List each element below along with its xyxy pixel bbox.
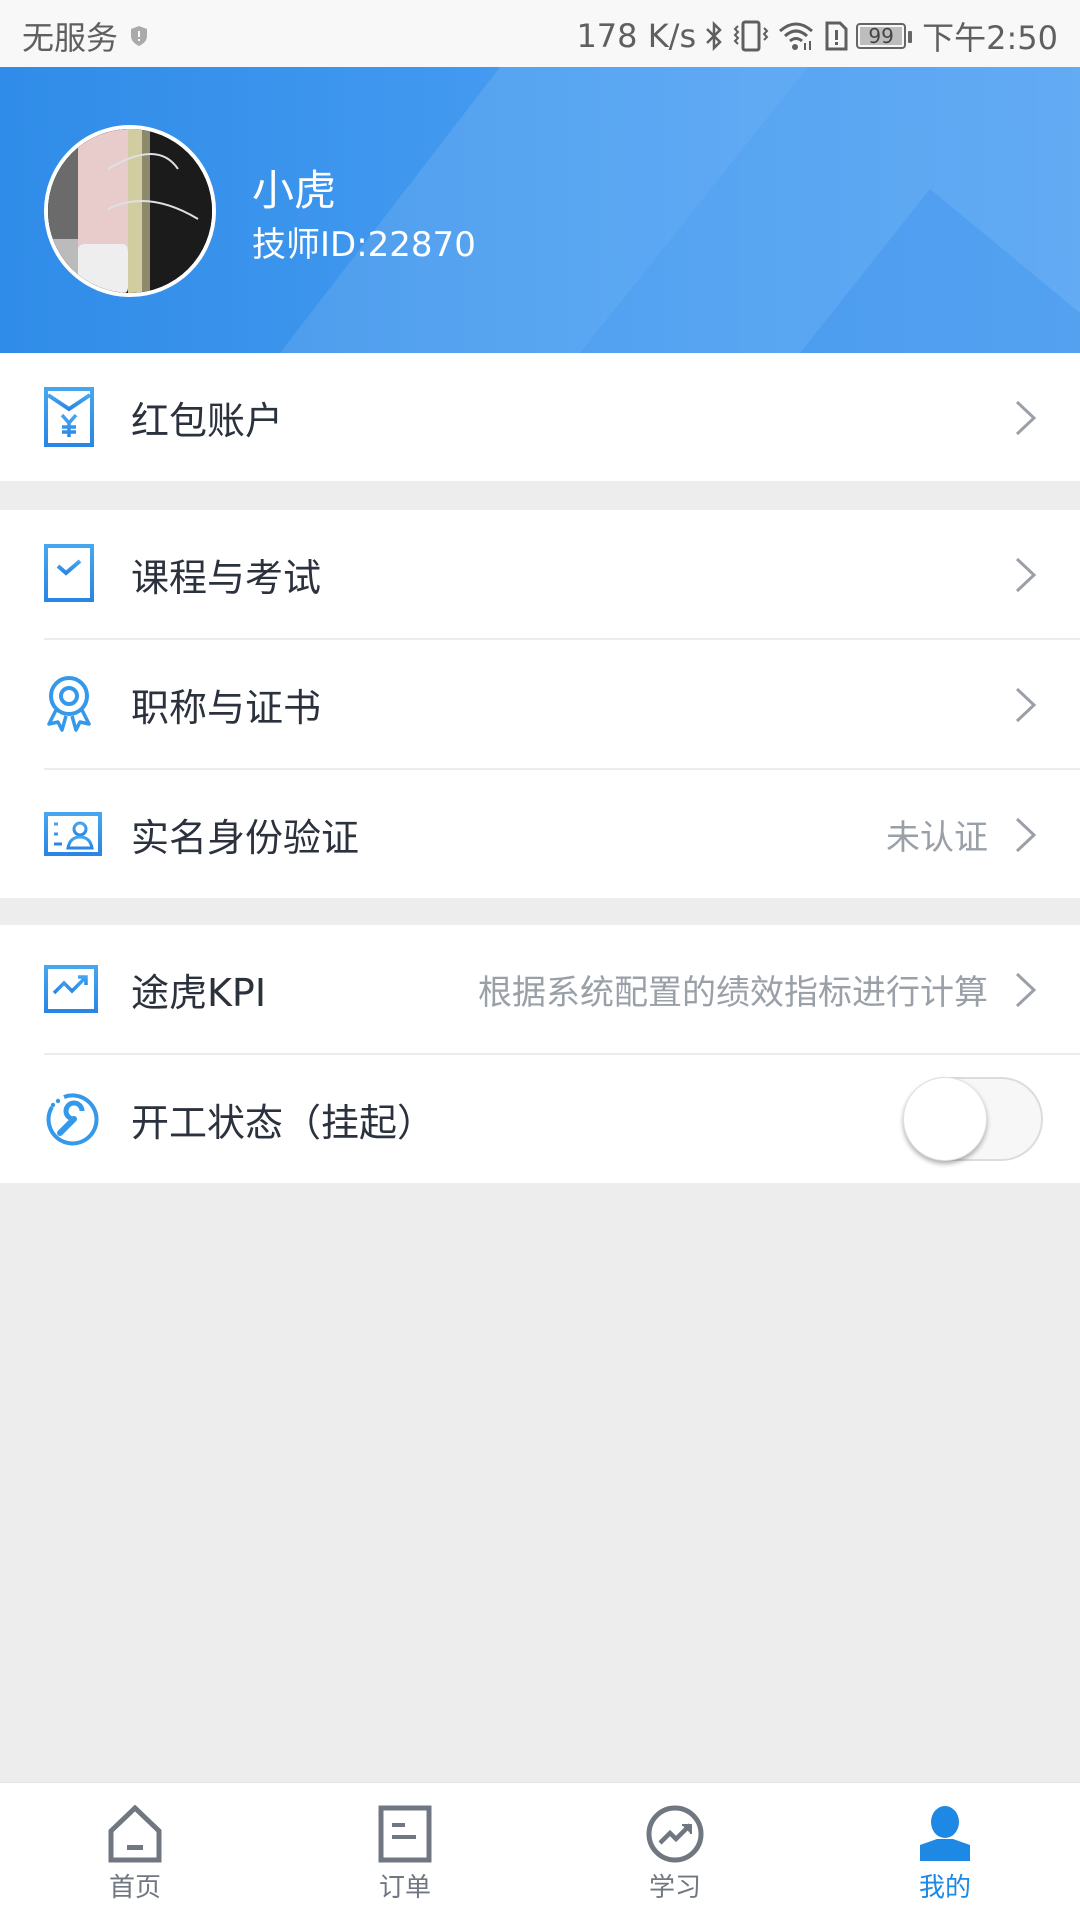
menu-item-kpi[interactable]: 途虎KPI 根据系统配置的绩效指标进行计算 (0, 925, 1080, 1053)
kpi-chart-icon (44, 965, 98, 1013)
nav-label: 学习 (648, 1873, 701, 1903)
menu-item-label: 职称与证书 (131, 685, 322, 730)
chevron-right-icon (1015, 400, 1037, 436)
user-icon (920, 1806, 970, 1861)
menu-item-label: 开工状态（挂起） (131, 1100, 436, 1145)
battery-level: 99 (868, 24, 894, 48)
red-envelope-icon (44, 387, 94, 447)
id-card-icon (44, 812, 102, 856)
nav-tab-orders[interactable]: 订单 (270, 1783, 540, 1920)
user-name: 小虎 (252, 166, 337, 215)
chevron-right-icon (1015, 972, 1037, 1008)
menu-item-label: 课程与考试 (131, 555, 322, 600)
shield-alert-icon (130, 25, 148, 47)
nav-label: 订单 (378, 1873, 431, 1903)
net-speed-text: 178 K/s (576, 17, 697, 55)
menu-item-red-envelope-account[interactable]: 红包账户 (0, 353, 1080, 481)
nav-tab-home[interactable]: 首页 (0, 1783, 270, 1920)
technician-id: 技师ID:22870 (252, 225, 476, 265)
chevron-right-icon (1015, 817, 1037, 853)
bluetooth-icon (704, 21, 724, 51)
course-exam-icon (44, 544, 94, 602)
nav-tab-learning[interactable]: 学习 (540, 1783, 810, 1920)
order-icon (378, 1805, 432, 1863)
menu-item-label: 红包账户 (131, 398, 284, 443)
profile-header: 小虎 技师ID:22870 (0, 67, 1080, 353)
bottom-navigation: 首页 订单 学习 我的 (0, 1782, 1080, 1920)
menu-item-title-certificate[interactable]: 职称与证书 (0, 640, 1080, 768)
vibrate-icon (732, 20, 770, 52)
certificate-badge-icon (47, 676, 91, 732)
toggle-knob (903, 1077, 987, 1161)
menu-item-label: 实名身份验证 (131, 815, 360, 860)
carrier-text: 无服务 (22, 19, 119, 57)
avatar[interactable] (44, 125, 216, 297)
verification-status: 未认证 (886, 817, 988, 858)
status-bar: 无服务 178 K/s 99 下午2:50 (0, 0, 1080, 67)
wrench-status-icon (46, 1093, 99, 1146)
avatar-photo (48, 129, 212, 293)
nav-label: 我的 (918, 1873, 971, 1903)
clock-text: 下午2:50 (922, 19, 1058, 57)
learning-trend-icon (646, 1805, 704, 1863)
menu-item-identity-verification[interactable]: 实名身份验证 未认证 (0, 770, 1080, 898)
chevron-right-icon (1015, 687, 1037, 723)
nav-tab-mine[interactable]: 我的 (810, 1783, 1080, 1920)
kpi-description: 根据系统配置的绩效指标进行计算 (478, 972, 988, 1013)
chevron-right-icon (1015, 557, 1037, 593)
nav-label: 首页 (108, 1873, 161, 1903)
menu-item-work-status: 开工状态（挂起） (0, 1055, 1080, 1183)
menu-item-label: 途虎KPI (131, 970, 267, 1015)
wifi-icon (778, 21, 816, 51)
menu-item-course-exam[interactable]: 课程与考试 (0, 510, 1080, 638)
sim-alert-icon (824, 21, 848, 51)
menu-group-wallet: 红包账户 (0, 353, 1080, 481)
menu-group-learning: 课程与考试 职称与证书 实名身份验证 未认证 (0, 510, 1080, 898)
menu-group-work: 途虎KPI 根据系统配置的绩效指标进行计算 开工状态（挂起） (0, 925, 1080, 1183)
battery-icon: 99 (856, 23, 913, 49)
work-status-toggle[interactable] (903, 1077, 1043, 1161)
home-icon (108, 1805, 162, 1863)
